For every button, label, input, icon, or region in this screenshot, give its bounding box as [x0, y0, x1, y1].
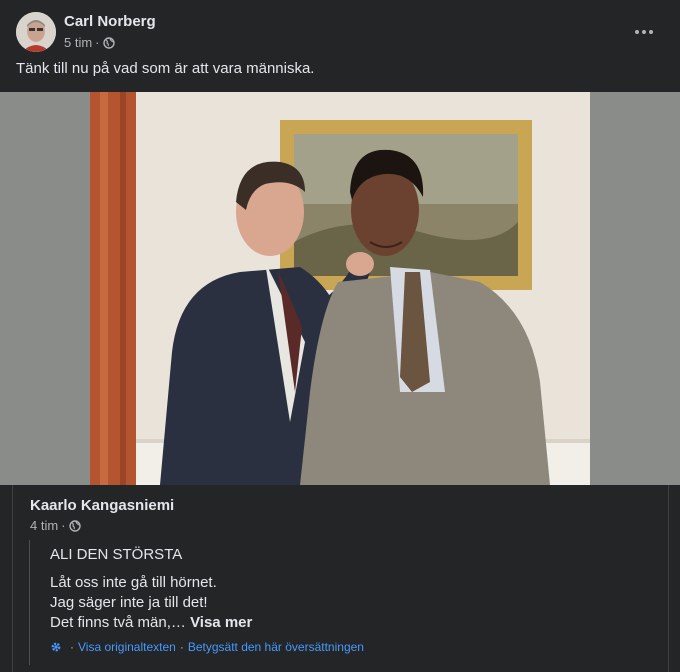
- show-original-link[interactable]: Visa originaltexten: [78, 640, 176, 654]
- quote-line-text: Det finns två män,…: [50, 614, 186, 631]
- separator-dot: ·: [70, 640, 74, 654]
- author-name[interactable]: Carl Norberg: [64, 13, 156, 30]
- shared-post-timestamp[interactable]: 4 tim: [30, 518, 58, 533]
- separator-dot: ·: [179, 640, 184, 654]
- shared-post: Kaarlo Kangasniemi 4 tim · ALI DEN STÖRS…: [12, 485, 669, 672]
- avatar[interactable]: [16, 12, 56, 52]
- post-header: Carl Norberg 5 tim ·: [16, 12, 664, 52]
- quote-line-last: Det finns två män,… Visa mer: [50, 614, 252, 631]
- shared-post-meta: 4 tim ·: [30, 518, 81, 533]
- post-card: Carl Norberg 5 tim · Tänk till nu på vad…: [0, 0, 680, 672]
- separator-dot: ·: [61, 518, 66, 533]
- quote-line: Jag säger inte ja till det!: [50, 594, 208, 611]
- more-options-button[interactable]: [632, 20, 656, 44]
- quote-line: Låt oss inte gå till hörnet.: [50, 574, 217, 591]
- globe-icon: [68, 519, 81, 532]
- post-text: Tänk till nu på vad som är att vara männ…: [16, 60, 315, 77]
- translated-text-block: ALI DEN STÖRSTA Låt oss inte gå till hör…: [29, 540, 650, 665]
- globe-icon: [102, 36, 115, 49]
- shared-author-name[interactable]: Kaarlo Kangasniemi: [30, 497, 174, 514]
- post-timestamp[interactable]: 5 tim: [64, 35, 92, 50]
- rate-translation-link[interactable]: Betygsätt den här översättningen: [188, 640, 364, 654]
- separator-dot: ·: [95, 35, 100, 50]
- post-meta: 5 tim ·: [64, 35, 115, 50]
- gear-icon: [51, 642, 61, 652]
- post-photo: [90, 92, 590, 485]
- dot: [649, 30, 653, 34]
- translation-bar: · Visa originaltexten · Betygsätt den hä…: [50, 640, 364, 654]
- post-photo-area[interactable]: [0, 92, 680, 485]
- dot: [635, 30, 639, 34]
- quote-title: ALI DEN STÖRSTA: [50, 546, 183, 563]
- see-more-link[interactable]: Visa mer: [190, 614, 252, 631]
- dot: [642, 30, 646, 34]
